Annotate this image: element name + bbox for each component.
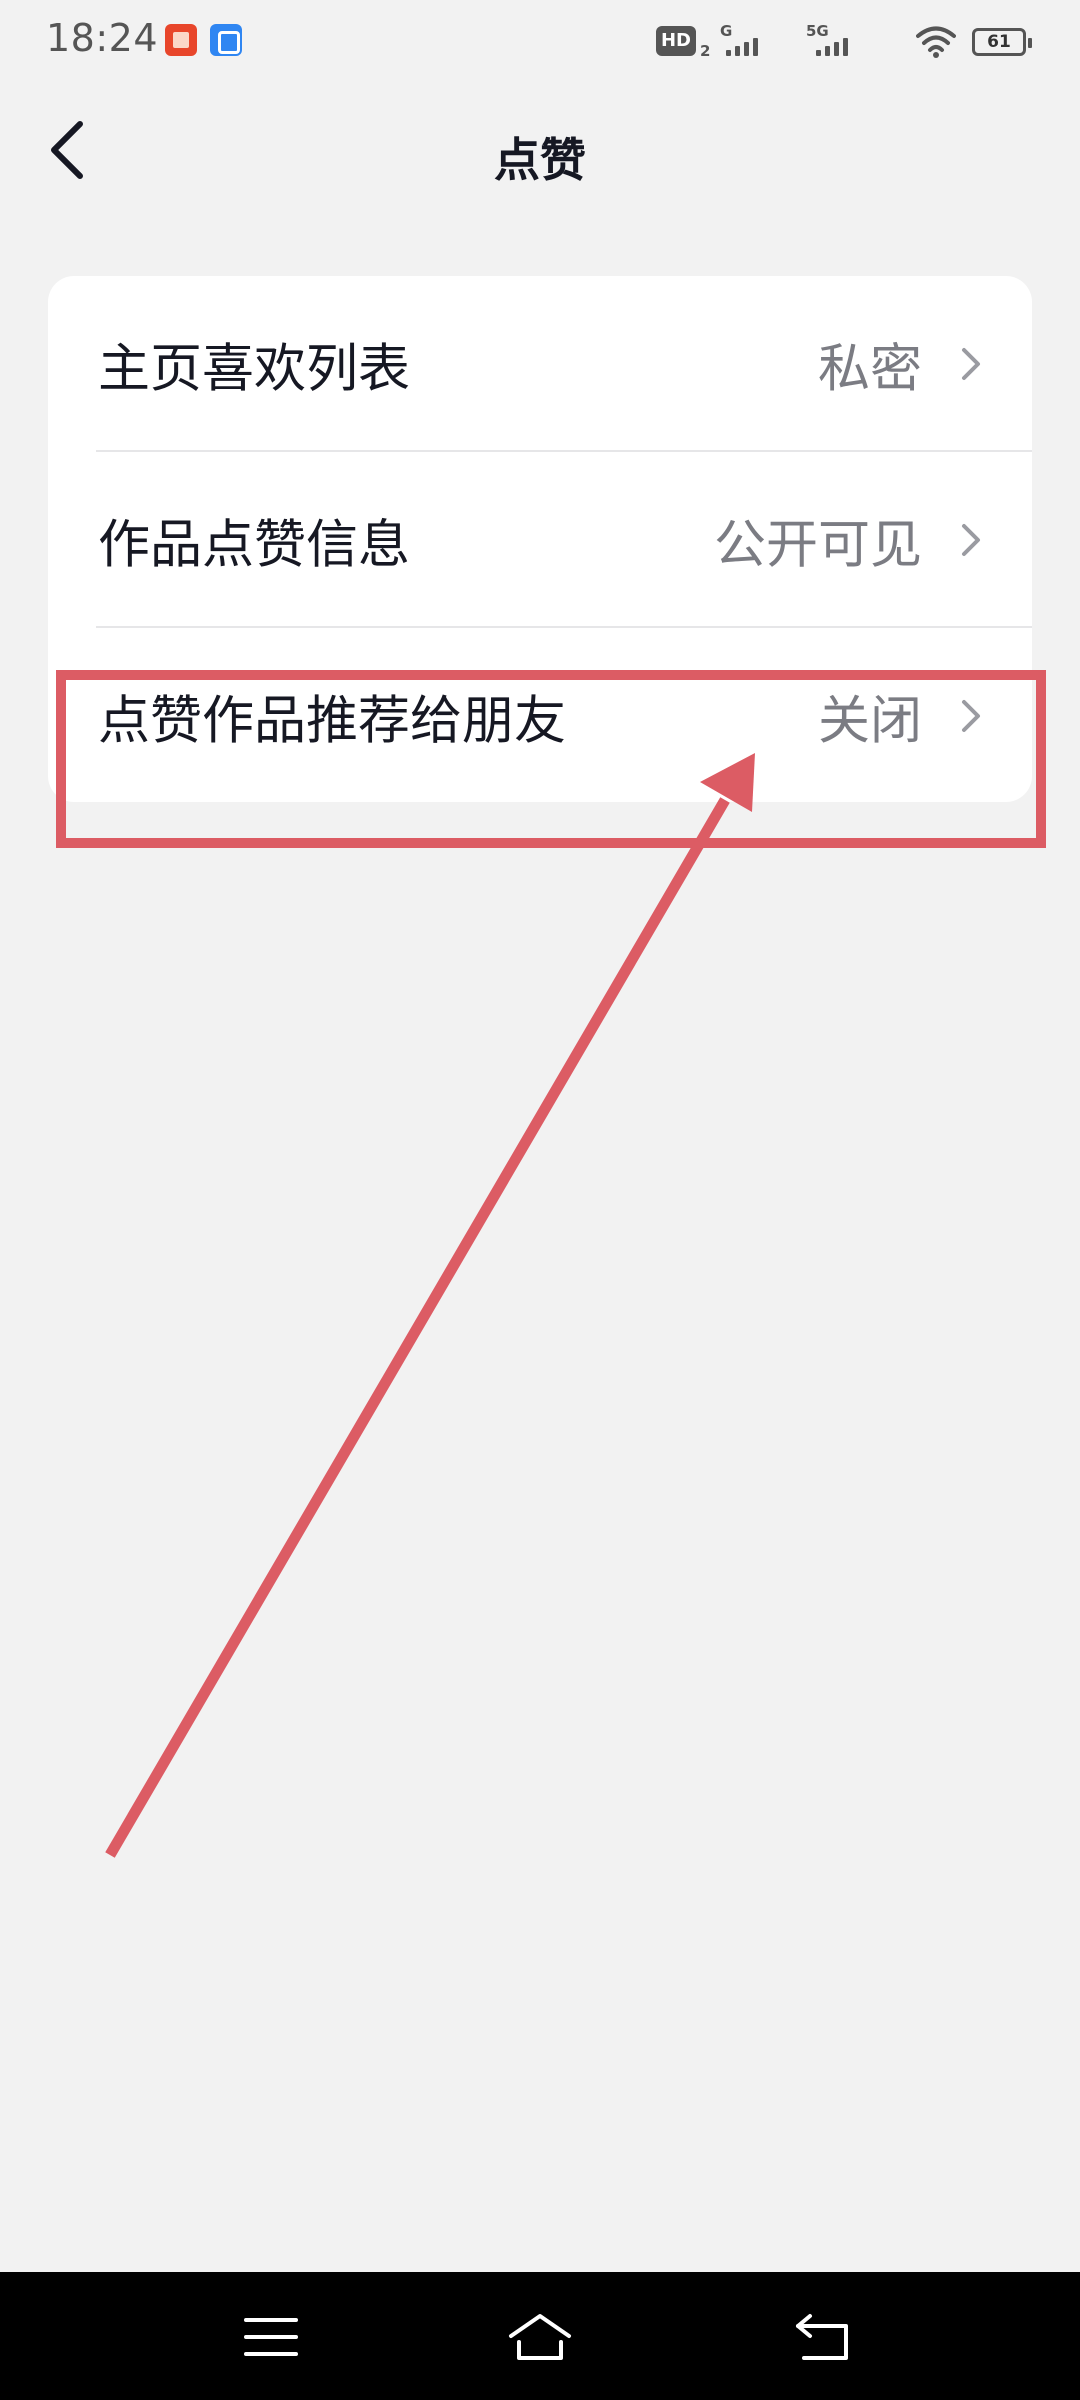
hd-badge: HD bbox=[656, 26, 696, 56]
chevron-right-icon bbox=[962, 524, 980, 556]
hd-sub-label: 2 bbox=[700, 42, 711, 60]
setting-label: 作品点赞信息 bbox=[98, 515, 411, 576]
signal-1-icon bbox=[726, 34, 758, 56]
setting-label: 主页喜欢列表 bbox=[98, 339, 411, 400]
status-time: 18:24 bbox=[46, 16, 159, 60]
chevron-right-icon bbox=[962, 348, 980, 380]
setting-value: 私密 bbox=[817, 339, 922, 400]
signal-2-icon bbox=[816, 34, 848, 56]
menu-icon[interactable] bbox=[236, 2302, 306, 2372]
page-title: 点赞 bbox=[494, 133, 586, 187]
setting-value: 关闭 bbox=[817, 691, 922, 752]
chevron-right-icon bbox=[962, 700, 980, 732]
status-bar: 18:24 HD 2 G 5G 61 bbox=[0, 0, 1080, 84]
status-indicators: HD 2 G 5G 61 bbox=[656, 22, 1036, 62]
setting-row-homepage-likes[interactable]: 主页喜欢列表 私密 bbox=[48, 276, 1032, 452]
bank-app-icon bbox=[165, 24, 197, 56]
setting-row-work-like-info[interactable]: 作品点赞信息 公开可见 bbox=[48, 452, 1032, 628]
back-icon[interactable] bbox=[788, 2302, 858, 2372]
setting-row-recommend-to-friends[interactable]: 点赞作品推荐给朋友 关闭 bbox=[48, 628, 1032, 802]
settings-card: 主页喜欢列表 私密 作品点赞信息 公开可见 点赞作品推荐给朋友 关闭 bbox=[48, 276, 1032, 802]
battery-level: 61 bbox=[987, 32, 1011, 52]
header: 点赞 bbox=[0, 84, 1080, 220]
notification-app-icon bbox=[210, 24, 242, 56]
wifi-icon bbox=[916, 26, 956, 58]
system-nav-bar bbox=[0, 2272, 1080, 2400]
battery-icon: 61 bbox=[972, 28, 1032, 56]
home-icon[interactable] bbox=[505, 2302, 575, 2372]
setting-value: 公开可见 bbox=[713, 515, 922, 576]
setting-label: 点赞作品推荐给朋友 bbox=[98, 691, 567, 752]
